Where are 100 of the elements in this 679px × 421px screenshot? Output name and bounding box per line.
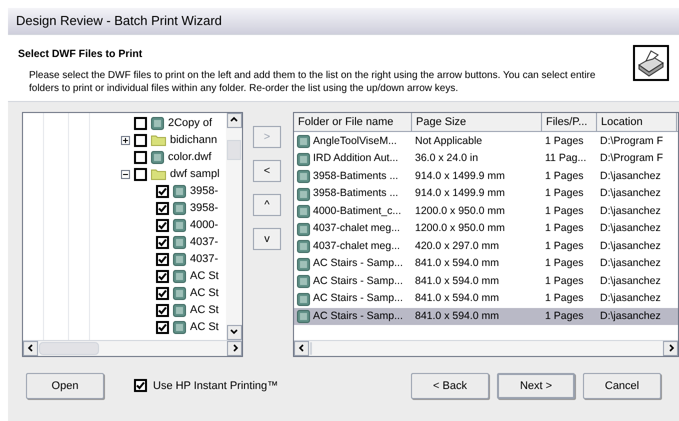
expand-toggle[interactable] — [121, 136, 130, 145]
tree-item-label[interactable]: color.dwf — [168, 149, 212, 166]
list-row[interactable]: IRD Addition Aut... 36.0 x 24.0 in 11 Pag... D:\Program F — [294, 150, 678, 168]
column-header[interactable]: Location — [597, 112, 677, 131]
list-row[interactable]: 3958-Batiments ... 914.0 x 1499.9 mm 1 Pages D:\jasanchez — [294, 185, 678, 203]
table-cell-text: AC Stairs - Samp... — [313, 291, 403, 306]
scroll-thumb[interactable] — [310, 342, 312, 355]
instructions-text: Please select the DWF files to print on the left and add them to the list on the right using the arrow buttons. You can select entire folders to print or individual files within any folder. Re-order the list using the up/down arrow keys. — [28, 68, 596, 95]
table-cell-text: D:\Program F — [600, 134, 664, 149]
scroll-thumb[interactable] — [39, 342, 99, 355]
open-button[interactable]: Open — [26, 372, 104, 399]
checkbox-label[interactable]: Use HP Instant Printing™ — [153, 378, 278, 394]
table-cell-text: IRD Addition Aut... — [313, 151, 398, 166]
document-icon — [173, 218, 186, 232]
scroll-arrow-button[interactable] — [226, 324, 242, 340]
tree-item-label[interactable]: dwf sampl — [170, 166, 220, 182]
tree-item-label[interactable]: AC St — [190, 319, 219, 336]
minus-icon — [123, 172, 128, 177]
checkbox[interactable] — [134, 134, 147, 147]
checkbox[interactable] — [156, 320, 169, 334]
column-header[interactable]: Page Size — [412, 112, 542, 131]
list-row[interactable]: 3958-Batiments ... 914.0 x 1499.9 mm 1 Pages D:\jasanchez — [294, 168, 678, 186]
list-row[interactable]: AC Stairs - Samp... 841.0 x 594.0 mm 1 Pages D:\jasanchez — [294, 272, 678, 290]
table-cell-text: 1 Pages — [545, 291, 584, 306]
scroll-arrow-button[interactable] — [227, 340, 242, 356]
table-cell-text: D:\jasanchez — [600, 186, 661, 202]
tree-item-label[interactable]: 3958- — [190, 200, 218, 216]
checkbox[interactable] — [134, 150, 147, 164]
table-cell-text: 841.0 x 594.0 mm — [415, 274, 500, 289]
table-cell-text: 1 Pages — [545, 168, 584, 184]
tree-item-label[interactable]: 4037- — [190, 234, 218, 250]
document-icon — [297, 188, 310, 200]
checkbox[interactable] — [156, 218, 169, 232]
table-cell-text: 1 Pages — [545, 256, 584, 272]
tree-item-label[interactable]: AC St — [190, 268, 219, 284]
table-cell-text: D:\jasanchez — [600, 291, 661, 306]
list-row[interactable]: AngleToolViseM... Not Applicable 1 Pages D:\Program F — [294, 132, 678, 150]
checkbox[interactable] — [134, 379, 147, 392]
checkbox[interactable] — [134, 168, 147, 181]
tree-item-label[interactable]: AC St — [190, 302, 219, 318]
move-button[interactable]: ^ — [253, 194, 281, 216]
checkbox[interactable] — [134, 116, 147, 130]
checkbox[interactable] — [156, 286, 169, 300]
list-row[interactable]: AC Stairs - Samp... 841.0 x 594.0 mm 1 Pages D:\jasanchez — [294, 255, 678, 273]
scroll-arrow-button[interactable] — [294, 340, 309, 356]
table-cell-text: 1 Pages — [545, 134, 584, 149]
wizard-button[interactable]: < Back — [411, 372, 489, 399]
list-row[interactable]: 4037-chalet meg... 1200.0 x 950.0 mm 1 Pages D:\jasanchez — [294, 220, 678, 238]
list-row[interactable]: AC Stairs - Samp... 841.0 x 594.0 mm 1 Pages D:\jasanchez — [294, 290, 678, 308]
list-row[interactable]: 4000-Batiment_c... 1200.0 x 950.0 mm 1 Pages D:\jasanchez — [294, 202, 678, 220]
checkbox[interactable] — [156, 236, 169, 249]
wizard-button[interactable]: Next > — [497, 372, 575, 399]
scroll-arrow-button[interactable] — [663, 340, 678, 356]
window-title: Design Review - Batch Print Wizard — [16, 12, 222, 30]
document-icon — [297, 222, 310, 236]
table-cell-text: Not Applicable — [415, 134, 482, 149]
checkbox[interactable] — [156, 270, 169, 283]
table-cell-text: 4037-chalet meg... — [313, 221, 400, 236]
column-header[interactable]: Files/P... — [542, 112, 597, 131]
checkbox[interactable] — [156, 304, 169, 317]
collapse-toggle[interactable] — [121, 170, 130, 179]
selected-row[interactable]: AC Stairs - Samp... 841.0 x 594.0 mm 1 Pages D:\jasanchez — [294, 308, 678, 326]
tree-item-label[interactable]: 4037- — [190, 251, 218, 268]
move-button[interactable]: < — [253, 160, 281, 182]
checkbox[interactable] — [156, 252, 169, 266]
tree-item-label[interactable]: 4000- — [190, 217, 218, 234]
scroll-arrow-button[interactable] — [226, 112, 242, 128]
table-cell-text: 841.0 x 594.0 mm — [415, 291, 500, 306]
table-cell-text: 1 Pages — [545, 186, 584, 202]
tree-item-label[interactable]: 2Copy of — [168, 115, 212, 132]
table-cell-text: 1200.0 x 950.0 mm — [415, 204, 505, 219]
table-cell-text: AC Stairs - Samp... — [313, 274, 403, 289]
folder-icon — [151, 134, 166, 146]
scroll-arrow-button[interactable] — [23, 340, 38, 356]
scroll-thumb[interactable] — [227, 140, 241, 160]
table-cell-text: AC Stairs - Samp... — [313, 256, 403, 272]
document-icon — [151, 150, 164, 164]
tree-item-label[interactable]: bidichann — [170, 132, 218, 148]
document-icon — [151, 116, 164, 130]
horizontal-scrollbar[interactable] — [23, 340, 242, 356]
table-cell-text: 1 Pages — [545, 274, 584, 289]
folder-icon — [151, 168, 166, 180]
tree-item-label[interactable]: AC St — [190, 285, 219, 302]
table-cell-text: 1 Pages — [545, 204, 584, 219]
horizontal-scrollbar[interactable] — [294, 340, 678, 356]
tree-item-label[interactable]: 3958- — [190, 183, 218, 200]
move-button[interactable]: v — [253, 228, 281, 250]
document-icon — [173, 320, 186, 334]
document-icon — [173, 286, 186, 300]
printer-icon — [633, 45, 669, 81]
checkbox[interactable] — [156, 184, 169, 198]
document-icon — [297, 240, 310, 253]
wizard-button[interactable]: Cancel — [583, 372, 661, 399]
table-cell-text: D:\jasanchez — [600, 221, 661, 236]
table-cell-text: D:\jasanchez — [600, 256, 661, 272]
checkbox[interactable] — [156, 202, 169, 215]
column-header[interactable]: Folder or File name — [294, 112, 412, 131]
list-row[interactable]: 4037-chalet meg... 420.0 x 297.0 mm 1 Pages D:\jasanchez — [294, 238, 678, 256]
table-cell-text: 914.0 x 1499.9 mm — [415, 186, 505, 202]
vertical-scrollbar[interactable] — [226, 112, 242, 340]
